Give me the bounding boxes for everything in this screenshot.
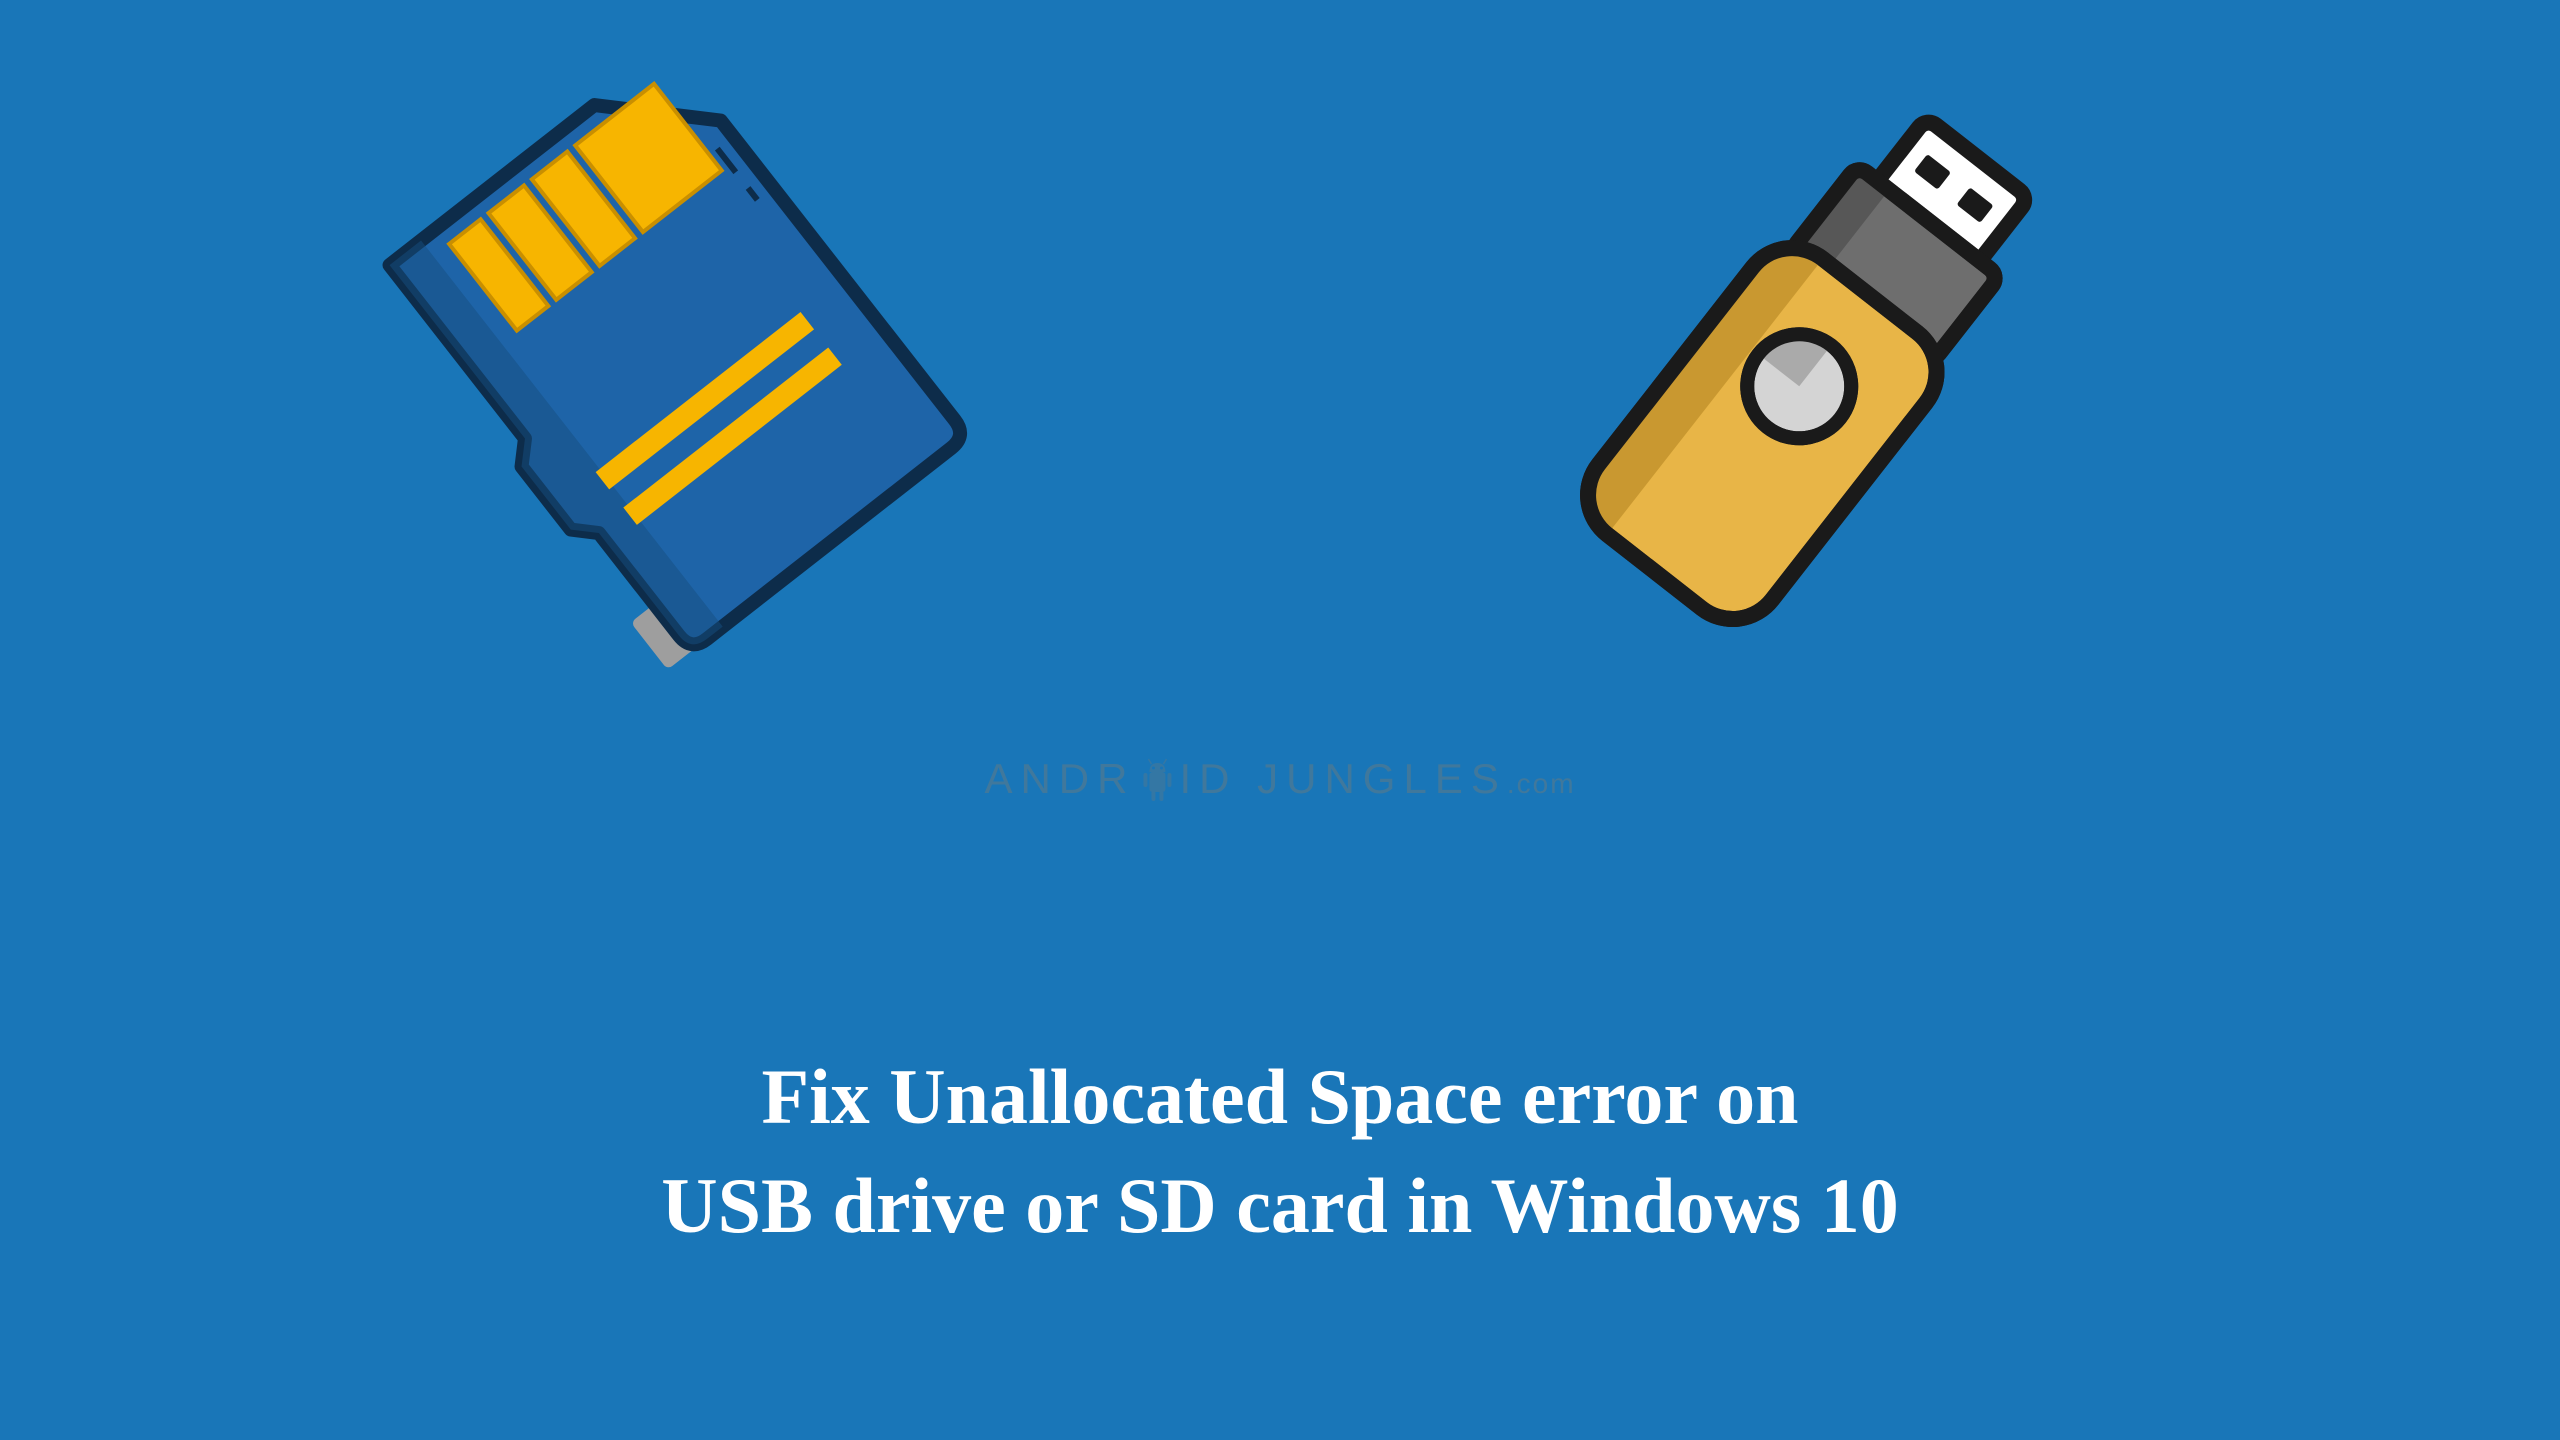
watermark-text-part2: ID [1179, 755, 1237, 802]
watermark-logo: ANDR ID JUNGLES.com [984, 755, 1575, 807]
usb-drive-icon [1526, 64, 2094, 682]
title-line-2: USB drive or SD card in Windows 10 [128, 1151, 2432, 1260]
featured-image-canvas: ANDR ID JUNGLES.com Fix Unallocated Spac… [0, 0, 2560, 1440]
sd-card-icon [338, 15, 1012, 709]
watermark-text-part3: JUNGLES [1257, 755, 1507, 802]
watermark-text-part1: ANDR [984, 755, 1135, 802]
title-text: Fix Unallocated Space error on USB drive… [128, 1042, 2432, 1260]
title-line-1: Fix Unallocated Space error on [128, 1042, 2432, 1151]
watermark-text-suffix: .com [1507, 768, 1576, 799]
android-robot-icon [1137, 757, 1177, 807]
